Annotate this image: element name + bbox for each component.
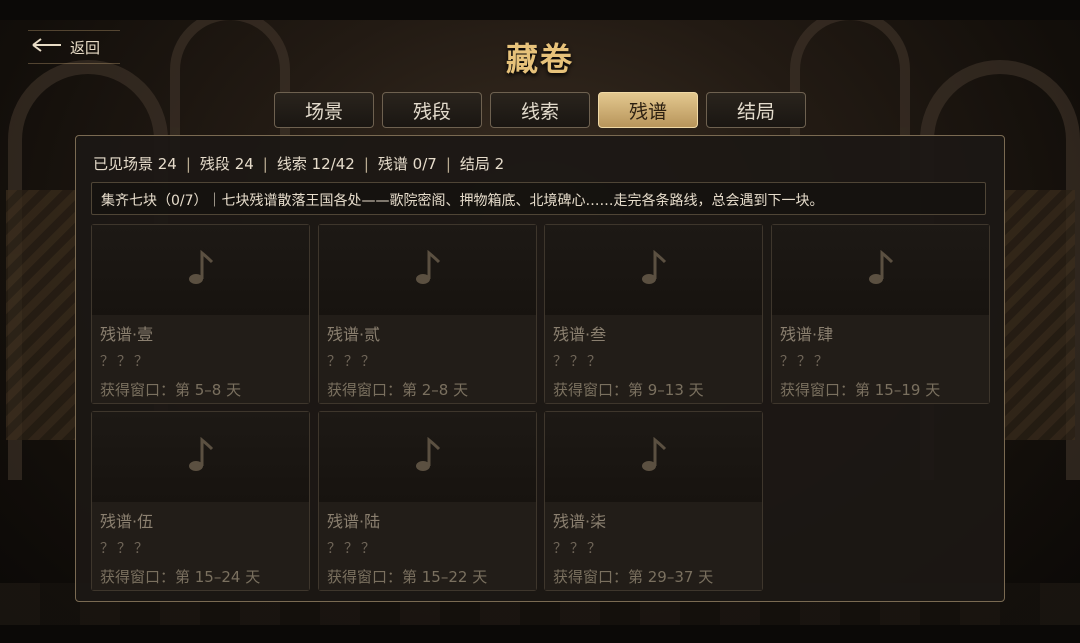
card-window: 获得窗口：第 5–8 天 <box>100 381 242 399</box>
card-name: 残谱·肆 <box>780 325 834 344</box>
stat-separator: | <box>185 155 191 173</box>
music-note-icon <box>868 249 894 290</box>
stat-separator: | <box>445 155 451 173</box>
music-note-icon <box>415 436 441 477</box>
score-card-6[interactable]: 残谱·陆 ？？？ 获得窗口：第 15–22 天 <box>318 411 537 591</box>
tab-endings[interactable]: 结局 <box>706 92 806 128</box>
card-desc: ？？？ <box>327 354 378 370</box>
card-window: 获得窗口：第 9–13 天 <box>553 381 704 399</box>
card-art <box>545 412 762 502</box>
card-art <box>319 412 536 502</box>
bottom-shade <box>0 625 1080 643</box>
card-art <box>319 225 536 315</box>
card-desc: ？？？ <box>100 541 151 557</box>
music-note-icon <box>188 249 214 290</box>
score-card-7[interactable]: 残谱·柒 ？？？ 获得窗口：第 29–37 天 <box>544 411 763 591</box>
stat-separator: | <box>363 155 369 173</box>
top-shade <box>0 0 1080 20</box>
collection-notice: 集齐七块（0/7）｜七块残谱散落王国各处——歌院密阁、押物箱底、北境碑心……走完… <box>91 182 986 215</box>
card-window: 获得窗口：第 15–24 天 <box>100 568 261 586</box>
tab-clues[interactable]: 线索 <box>490 92 590 128</box>
tab-bar: 场景 残段 线索 残谱 结局 <box>274 92 806 128</box>
stat-fragments: 残段 24 <box>199 155 254 173</box>
music-note-icon <box>641 249 667 290</box>
stat-scenes: 已见场景 24 <box>93 155 177 173</box>
tapestry-right <box>1005 190 1075 440</box>
card-name: 残谱·柒 <box>553 512 607 531</box>
card-desc: ？？？ <box>100 354 151 370</box>
stat-scores: 残谱 0/7 <box>377 155 437 173</box>
card-window: 获得窗口：第 15–22 天 <box>327 568 488 586</box>
music-note-icon <box>188 436 214 477</box>
score-card-3[interactable]: 残谱·叁 ？？？ 获得窗口：第 9–13 天 <box>544 224 763 404</box>
card-name: 残谱·壹 <box>100 325 154 344</box>
card-name: 残谱·贰 <box>327 325 381 344</box>
music-note-icon <box>415 249 441 290</box>
card-window: 获得窗口：第 2–8 天 <box>327 381 469 399</box>
tab-scores[interactable]: 残谱 <box>598 92 698 128</box>
tab-scenes[interactable]: 场景 <box>274 92 374 128</box>
card-window: 获得窗口：第 29–37 天 <box>553 568 714 586</box>
score-card-5[interactable]: 残谱·伍 ？？？ 获得窗口：第 15–24 天 <box>91 411 310 591</box>
card-desc: ？？？ <box>553 354 604 370</box>
card-desc: ？？？ <box>780 354 831 370</box>
page-title: 藏卷 <box>505 40 574 78</box>
card-name: 残谱·叁 <box>553 325 607 344</box>
score-card-4[interactable]: 残谱·肆 ？？？ 获得窗口：第 15–19 天 <box>771 224 990 404</box>
card-desc: ？？？ <box>327 541 378 557</box>
card-name: 残谱·伍 <box>100 512 154 531</box>
collection-panel: 已见场景 24 | 残段 24 | 线索 12/42 | 残谱 0/7 | 结局 2 集齐七块（… <box>75 135 1005 602</box>
stat-separator: | <box>262 155 268 173</box>
stats-bar: 已见场景 24 | 残段 24 | 线索 12/42 | 残谱 0/7 | 结局 2 <box>93 153 504 174</box>
card-art <box>545 225 762 315</box>
stat-endings: 结局 2 <box>459 155 505 173</box>
card-desc: ？？？ <box>553 541 604 557</box>
card-art <box>92 225 309 315</box>
card-art <box>772 225 989 315</box>
tab-fragments[interactable]: 残段 <box>382 92 482 128</box>
score-card-2[interactable]: 残谱·贰 ？？？ 获得窗口：第 2–8 天 <box>318 224 537 404</box>
card-window: 获得窗口：第 15–19 天 <box>780 381 941 399</box>
music-note-icon <box>641 436 667 477</box>
score-card-1[interactable]: 残谱·壹 ？？？ 获得窗口：第 5–8 天 <box>91 224 310 404</box>
card-name: 残谱·陆 <box>327 512 381 531</box>
stat-clues: 线索 12/42 <box>276 155 355 173</box>
tapestry-left <box>6 190 76 440</box>
card-art <box>92 412 309 502</box>
